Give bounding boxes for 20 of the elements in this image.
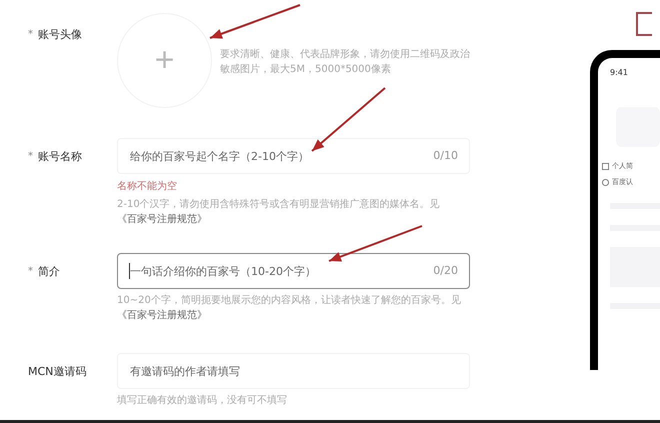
error-text: 名称不能为空 <box>117 180 178 193</box>
hint-text: 10~20个字，简明扼要地展示您的内容风格，让读者快速了解您的百家号。见 《百家号注册规范》 <box>117 294 462 323</box>
hint-text: 2-10个汉字，请勿使用含特殊符号或含有明显营销推广意图的媒体名。见 《百家号注册规范》 <box>117 198 441 227</box>
field-label: 账号头像 <box>38 26 82 42</box>
circle-icon <box>602 178 609 186</box>
text-cursor <box>129 263 130 279</box>
hint-text: 填写正确有效的邀请码，没有可不填写 <box>117 394 288 408</box>
required-mark: * <box>28 28 33 40</box>
square-icon <box>602 162 609 170</box>
field-label: 账号名称 <box>38 148 82 164</box>
field-label: MCN邀请码 <box>28 364 86 378</box>
field-label: 简介 <box>38 264 60 278</box>
required-mark: * <box>28 266 33 276</box>
hint-text: 要求清晰、健康、代表品牌形象，请勿使用二维码及政治敏感图片，最大5M，5000*5000像素 <box>220 48 470 77</box>
rules-link[interactable]: 《百家号注册规范》 <box>117 214 207 225</box>
character-count: 0/10 <box>433 149 458 162</box>
status-time: 9:41 <box>610 68 629 77</box>
rules-link[interactable]: 《百家号注册规范》 <box>117 310 207 321</box>
required-mark: * <box>28 150 33 162</box>
character-count: 0/20 <box>433 264 458 277</box>
